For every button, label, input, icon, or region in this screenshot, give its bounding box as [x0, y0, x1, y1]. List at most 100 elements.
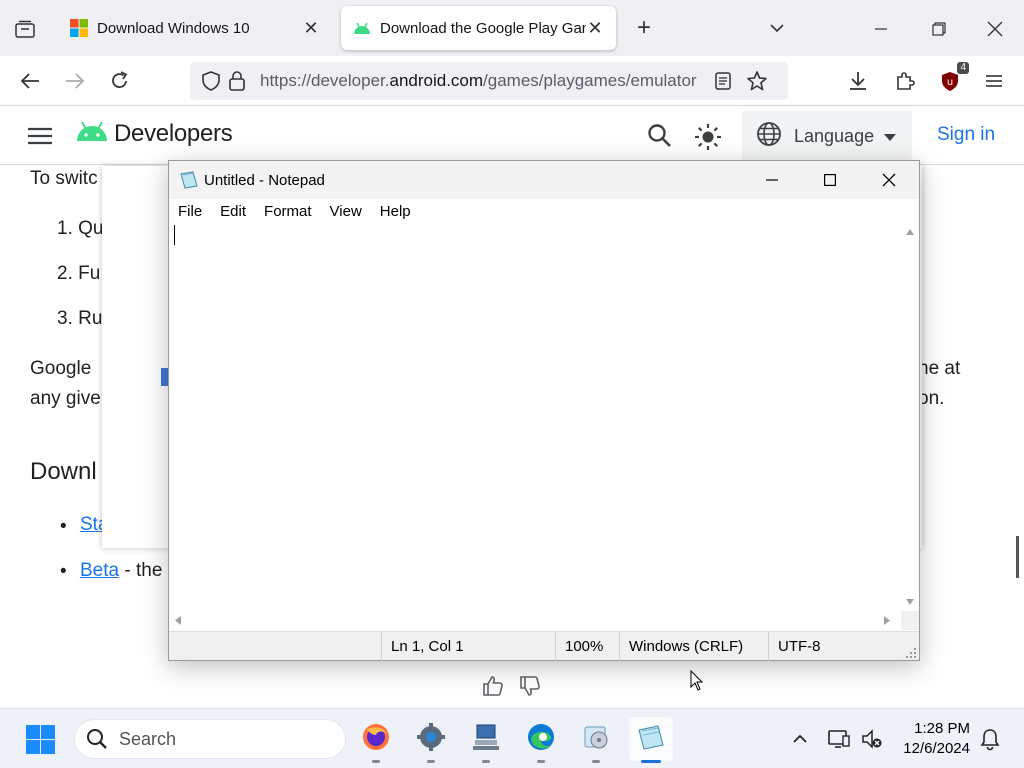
menu-view[interactable]: View — [321, 203, 371, 220]
notepad-window: Untitled - Notepad File Edit Format View… — [168, 160, 920, 661]
page-scrollbar[interactable] — [1016, 536, 1019, 578]
microsoft-icon — [70, 19, 88, 37]
volume-muted-icon[interactable] — [860, 727, 884, 751]
horizontal-scrollbar[interactable] — [169, 611, 901, 630]
notepad-titlebar[interactable]: Untitled - Notepad — [169, 161, 919, 199]
globe-icon — [756, 121, 782, 152]
language-selector[interactable]: Language — [742, 111, 912, 161]
notepad-menubar: File Edit Format View Help — [169, 199, 919, 223]
tab-title: Download the Google Play Games — [380, 19, 586, 37]
sign-in-link[interactable]: Sign in — [937, 124, 995, 146]
list-bullet: • — [60, 516, 67, 537]
taskbar-search[interactable]: Search — [74, 719, 346, 759]
firefox-icon — [361, 722, 391, 757]
menu-format[interactable]: Format — [255, 203, 321, 220]
search-placeholder: Search — [119, 728, 177, 749]
clock-date: 12/6/2024 — [903, 740, 970, 757]
list-item: 3. Ru — [57, 308, 103, 329]
language-label: Language — [794, 125, 875, 146]
forward-icon[interactable] — [62, 68, 88, 94]
lock-icon[interactable] — [226, 70, 248, 92]
close-icon[interactable] — [866, 165, 912, 195]
menu-file[interactable]: File — [169, 203, 211, 220]
back-icon[interactable] — [17, 68, 43, 94]
hamburger-menu-icon[interactable] — [28, 126, 52, 146]
address-bar[interactable]: https://developer.android.com/games/play… — [190, 62, 788, 100]
beta-list-item: Beta - the — [80, 560, 163, 581]
list-bullet: • — [60, 561, 67, 582]
chevron-down-icon[interactable] — [766, 17, 788, 39]
thumbs-up-icon[interactable] — [481, 674, 507, 700]
network-pc-icon — [471, 722, 501, 757]
resize-grip-icon[interactable] — [905, 646, 917, 658]
taskbar-notepad[interactable] — [629, 717, 673, 763]
taskbar: Search 1:28 PM 12/6/2024 — [0, 708, 1024, 768]
running-indicator — [537, 760, 545, 763]
reload-icon[interactable] — [107, 68, 133, 94]
running-indicator — [482, 760, 490, 763]
ublock-origin-icon[interactable]: u 4 — [937, 62, 969, 94]
running-indicator — [641, 760, 661, 763]
maximize-icon[interactable] — [807, 165, 853, 195]
list-item: 1. Qu — [57, 218, 104, 239]
zoom-level: 100% — [555, 632, 619, 661]
system-clock[interactable]: 1:28 PM 12/6/2024 — [898, 719, 970, 759]
tab-google-play-games[interactable]: Download the Google Play Games ✕ — [341, 6, 616, 50]
android-icon — [353, 19, 371, 37]
close-window-icon[interactable] — [980, 14, 1010, 44]
mouse-pointer-icon — [690, 669, 704, 692]
paragraph-text: any give — [30, 388, 101, 409]
taskbar-edge[interactable] — [519, 717, 563, 763]
taskbar-network-pc[interactable] — [464, 717, 508, 763]
paragraph-text: he at — [918, 358, 961, 379]
taskbar-firefox[interactable] — [354, 717, 398, 763]
tab-list-icon[interactable] — [12, 16, 38, 42]
new-tab-icon[interactable]: + — [632, 16, 656, 40]
minimize-icon[interactable] — [749, 165, 795, 195]
url-text[interactable]: https://developer.android.com/games/play… — [260, 71, 706, 91]
shield-icon[interactable] — [200, 70, 222, 92]
notepad-icon — [179, 170, 199, 190]
status-bar: Ln 1, Col 1 100% Windows (CRLF) UTF-8 — [169, 631, 919, 661]
bookmark-star-icon[interactable] — [746, 70, 768, 92]
theme-toggle-sun-icon[interactable] — [694, 123, 721, 150]
thumbs-down-icon[interactable] — [518, 674, 544, 700]
downloads-icon[interactable] — [845, 68, 871, 94]
restore-icon[interactable] — [924, 14, 954, 44]
notification-bell-icon[interactable] — [978, 727, 1002, 751]
intro-text: To switc — [30, 168, 98, 189]
vertical-scrollbar[interactable] — [901, 223, 919, 611]
clock-time: 1:28 PM — [914, 720, 970, 737]
menu-edit[interactable]: Edit — [211, 203, 255, 220]
paragraph-text: Google — [30, 358, 92, 379]
menu-help[interactable]: Help — [371, 203, 420, 220]
menu-icon[interactable] — [981, 68, 1007, 94]
scrollbar-corner — [901, 611, 919, 630]
close-tab-icon[interactable]: ✕ — [586, 18, 604, 39]
reader-view-icon[interactable] — [712, 70, 734, 92]
site-logo[interactable]: Developers — [76, 119, 233, 148]
running-indicator — [592, 760, 600, 763]
chevron-up-icon[interactable] — [788, 727, 812, 751]
browser-tab-strip: Download Windows 10 ✕ Download the Googl… — [0, 0, 1024, 56]
taskbar-settings[interactable] — [409, 717, 453, 763]
running-indicator — [427, 760, 435, 763]
edge-icon — [526, 722, 556, 757]
cursor-position: Ln 1, Col 1 — [381, 632, 555, 661]
browser-toolbar: https://developer.android.com/games/play… — [0, 56, 1024, 106]
tab-download-windows[interactable]: Download Windows 10 ✕ — [58, 6, 332, 50]
windows-start-icon[interactable] — [26, 725, 55, 754]
close-tab-icon[interactable]: ✕ — [302, 18, 320, 39]
extensions-icon[interactable] — [892, 68, 918, 94]
encoding: UTF-8 — [768, 632, 919, 661]
taskbar-media-player[interactable] — [574, 717, 618, 763]
minimize-icon[interactable] — [866, 14, 896, 44]
media-player-icon — [581, 722, 611, 757]
site-header: Developers Language Sign in — [0, 107, 1024, 165]
search-icon[interactable] — [647, 123, 673, 149]
display-icon[interactable] — [827, 727, 851, 751]
extension-badge: 4 — [957, 62, 969, 74]
svg-text:u: u — [947, 77, 953, 88]
beta-link[interactable]: Beta — [80, 560, 119, 581]
text-editor-area[interactable] — [169, 223, 901, 611]
